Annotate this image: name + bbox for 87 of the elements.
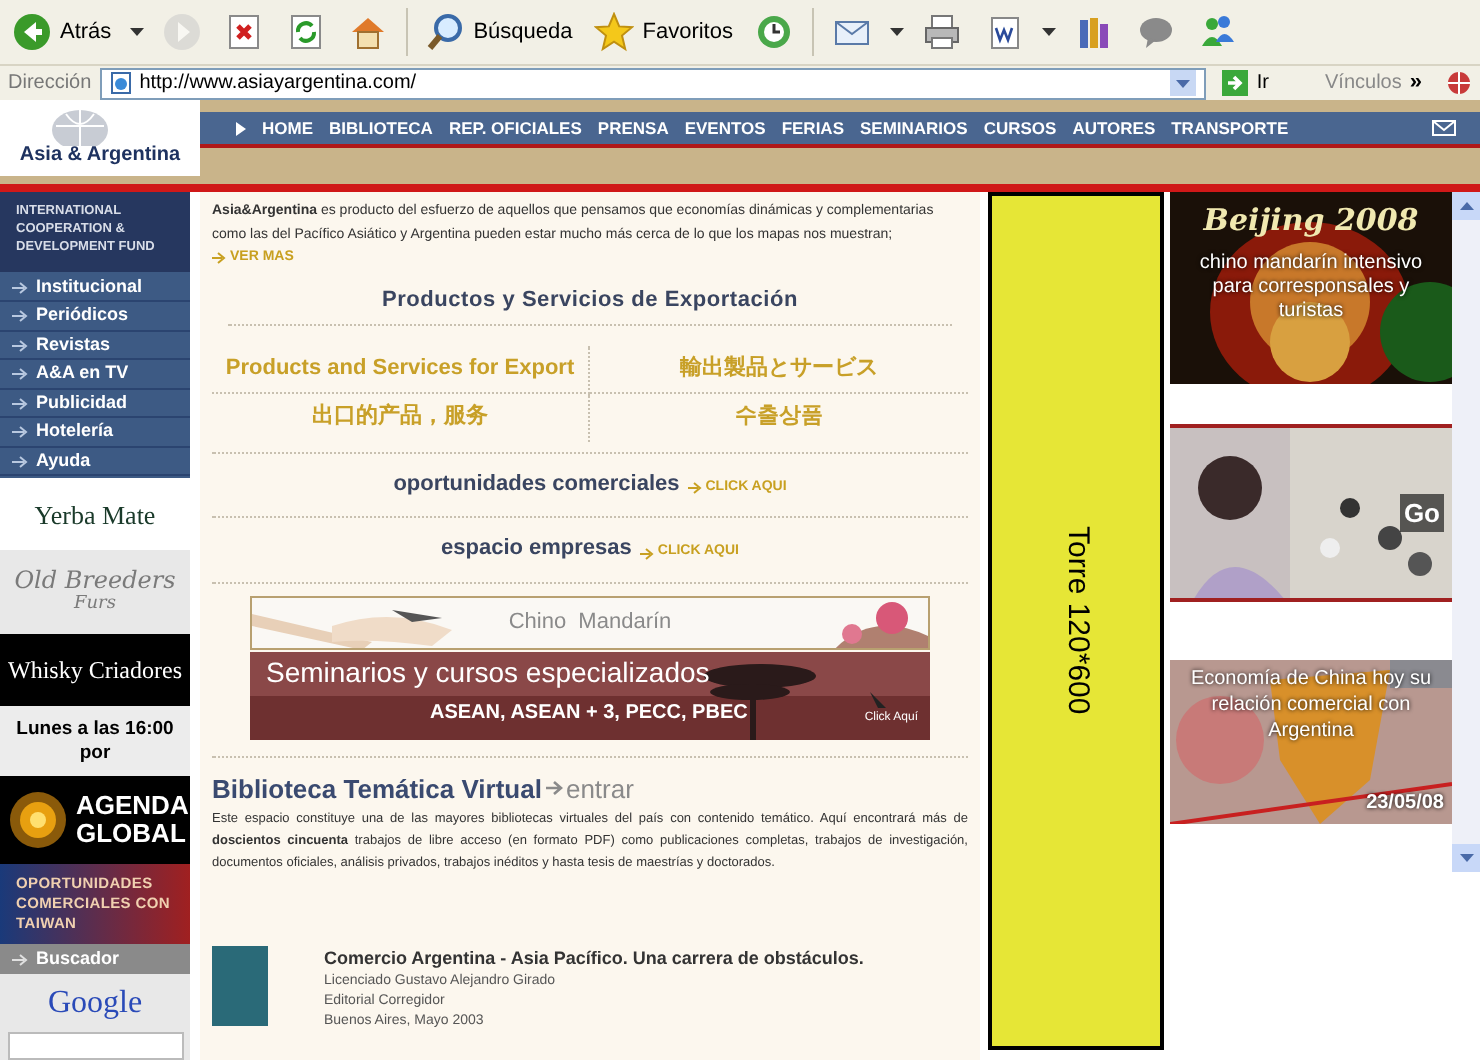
stop-icon	[223, 12, 264, 52]
banner-title: Chino Mandarín	[508, 607, 672, 638]
menu-item[interactable]: Periódicos	[0, 302, 190, 332]
go-game-ad[interactable]: Go	[1170, 424, 1452, 602]
refresh-icon	[285, 12, 326, 52]
library-title: Biblioteca Temática Virtual	[212, 771, 542, 807]
nav-link[interactable]: SEMINARIOS	[859, 115, 968, 141]
nav-link[interactable]: TRANSPORTE	[1171, 115, 1289, 141]
beijing-course-ad[interactable]: Beijing 2008 chino mandarín intensivo para corresponsales y turistas	[1170, 192, 1452, 384]
nav-link[interactable]: CURSOS	[983, 115, 1057, 141]
scrollbar[interactable]	[1452, 192, 1480, 872]
more-links-button[interactable]: »	[1409, 66, 1422, 100]
dropdown-arrow-icon[interactable]	[890, 28, 905, 36]
arrow-icon	[12, 368, 28, 381]
address-field[interactable]: http://www.asiayargentina.com/	[99, 67, 1207, 99]
arrow-icon	[12, 426, 28, 439]
ad-date: 23/05/08	[1366, 790, 1446, 818]
nav-link[interactable]: PRENSA	[597, 115, 669, 141]
ad-title: Beijing 2008	[1203, 200, 1419, 242]
address-label: Dirección	[8, 70, 92, 98]
nav-link[interactable]: AUTORES	[1072, 115, 1156, 141]
nav-link[interactable]: FERIAS	[781, 115, 844, 141]
star-icon	[594, 12, 635, 52]
arrow-icon	[12, 953, 28, 966]
logo[interactable]: Asia & Argentina	[0, 100, 200, 176]
arrow-icon	[687, 482, 702, 494]
mail-icon[interactable]	[1432, 120, 1456, 136]
search-engine-logo: Google	[47, 984, 143, 1025]
globe-icon	[50, 106, 110, 146]
home-icon	[347, 12, 388, 52]
search-header: Buscador	[0, 944, 190, 975]
book-title: Comercio Argentina - Asia Pacífico. Una carrera de obstáculos.	[324, 946, 864, 972]
ad-title: Go	[1399, 493, 1444, 533]
schedule-ad[interactable]: Lunes a las 16:00 por	[0, 706, 190, 776]
section-heading: Productos y Servicios de Exportación	[380, 285, 800, 315]
menu-item[interactable]: Publicidad	[0, 389, 190, 419]
section-link[interactable]: oportunidades comerciales	[393, 467, 680, 501]
nav-link[interactable]: HOME	[262, 115, 313, 141]
url-text: http://www.asiayargentina.com/	[139, 70, 419, 98]
menu-item[interactable]: Revistas	[0, 331, 190, 361]
nav-link[interactable]: REP. OFICIALES	[448, 115, 582, 141]
caret-icon	[1459, 854, 1473, 862]
menu-item[interactable]: Institucional	[0, 273, 190, 303]
forward-icon	[161, 12, 202, 52]
people-icon	[1198, 12, 1239, 52]
banner-subtitle: ASEAN, ASEAN + 3, PECC, PBEC	[430, 699, 748, 727]
globe-icon	[1446, 70, 1472, 96]
nav-link[interactable]: EVENTOS	[684, 115, 766, 141]
section-link[interactable]: espacio empresas	[441, 532, 632, 566]
links-label: Vínculos	[1325, 70, 1402, 98]
tools-button[interactable]	[1446, 70, 1472, 96]
back-icon	[12, 12, 52, 52]
arrow-icon	[639, 547, 654, 559]
arrow-icon	[545, 780, 564, 797]
search-field[interactable]	[7, 1032, 183, 1060]
arrow-icon	[12, 281, 28, 294]
menu-item[interactable]: A&A en TV	[0, 360, 190, 390]
caret-icon	[1459, 202, 1473, 210]
page-icon	[109, 72, 132, 94]
search-button[interactable]: Búsqueda	[421, 6, 577, 58]
banner-title: Seminarios y cursos especializados	[264, 653, 712, 689]
go-button[interactable]: Ir	[1214, 68, 1278, 98]
dropdown-arrow-icon[interactable]	[129, 28, 144, 36]
arrow-icon	[212, 252, 226, 265]
scroll-down-button[interactable]	[1452, 844, 1480, 872]
favorites-button[interactable]: Favoritos	[590, 6, 737, 58]
back-button[interactable]: Atrás	[8, 6, 116, 58]
dropdown-arrow-icon[interactable]	[1042, 28, 1057, 36]
breeders-ad[interactable]: Old Breeders Furs	[0, 550, 190, 635]
arrow-icon	[1222, 70, 1249, 96]
nav-arrow-icon[interactable]	[236, 121, 246, 135]
arrow-icon	[12, 397, 28, 410]
search-icon	[425, 12, 466, 52]
tower-ad[interactable]: Torre 120*600	[988, 192, 1164, 1050]
history-icon	[754, 12, 795, 52]
whisky-ad[interactable]: Whisky Criadores	[0, 634, 190, 707]
agenda-ad[interactable]: AGENDA GLOBAL	[0, 776, 190, 864]
arrow-icon	[12, 455, 28, 468]
nav-link[interactable]: BIBLIOTECA	[329, 115, 433, 141]
menu-item[interactable]: Ayuda	[0, 447, 190, 477]
menu-item[interactable]: Hotelería	[0, 418, 190, 448]
ad-text: chino mandarín intensivo para corresponsales y turistas	[1197, 251, 1425, 323]
arrow-icon	[12, 339, 28, 352]
printer-icon	[922, 12, 963, 52]
speech-bubble-icon	[1136, 12, 1177, 52]
scroll-up-button[interactable]	[1452, 192, 1480, 220]
arrow-icon	[12, 310, 28, 323]
